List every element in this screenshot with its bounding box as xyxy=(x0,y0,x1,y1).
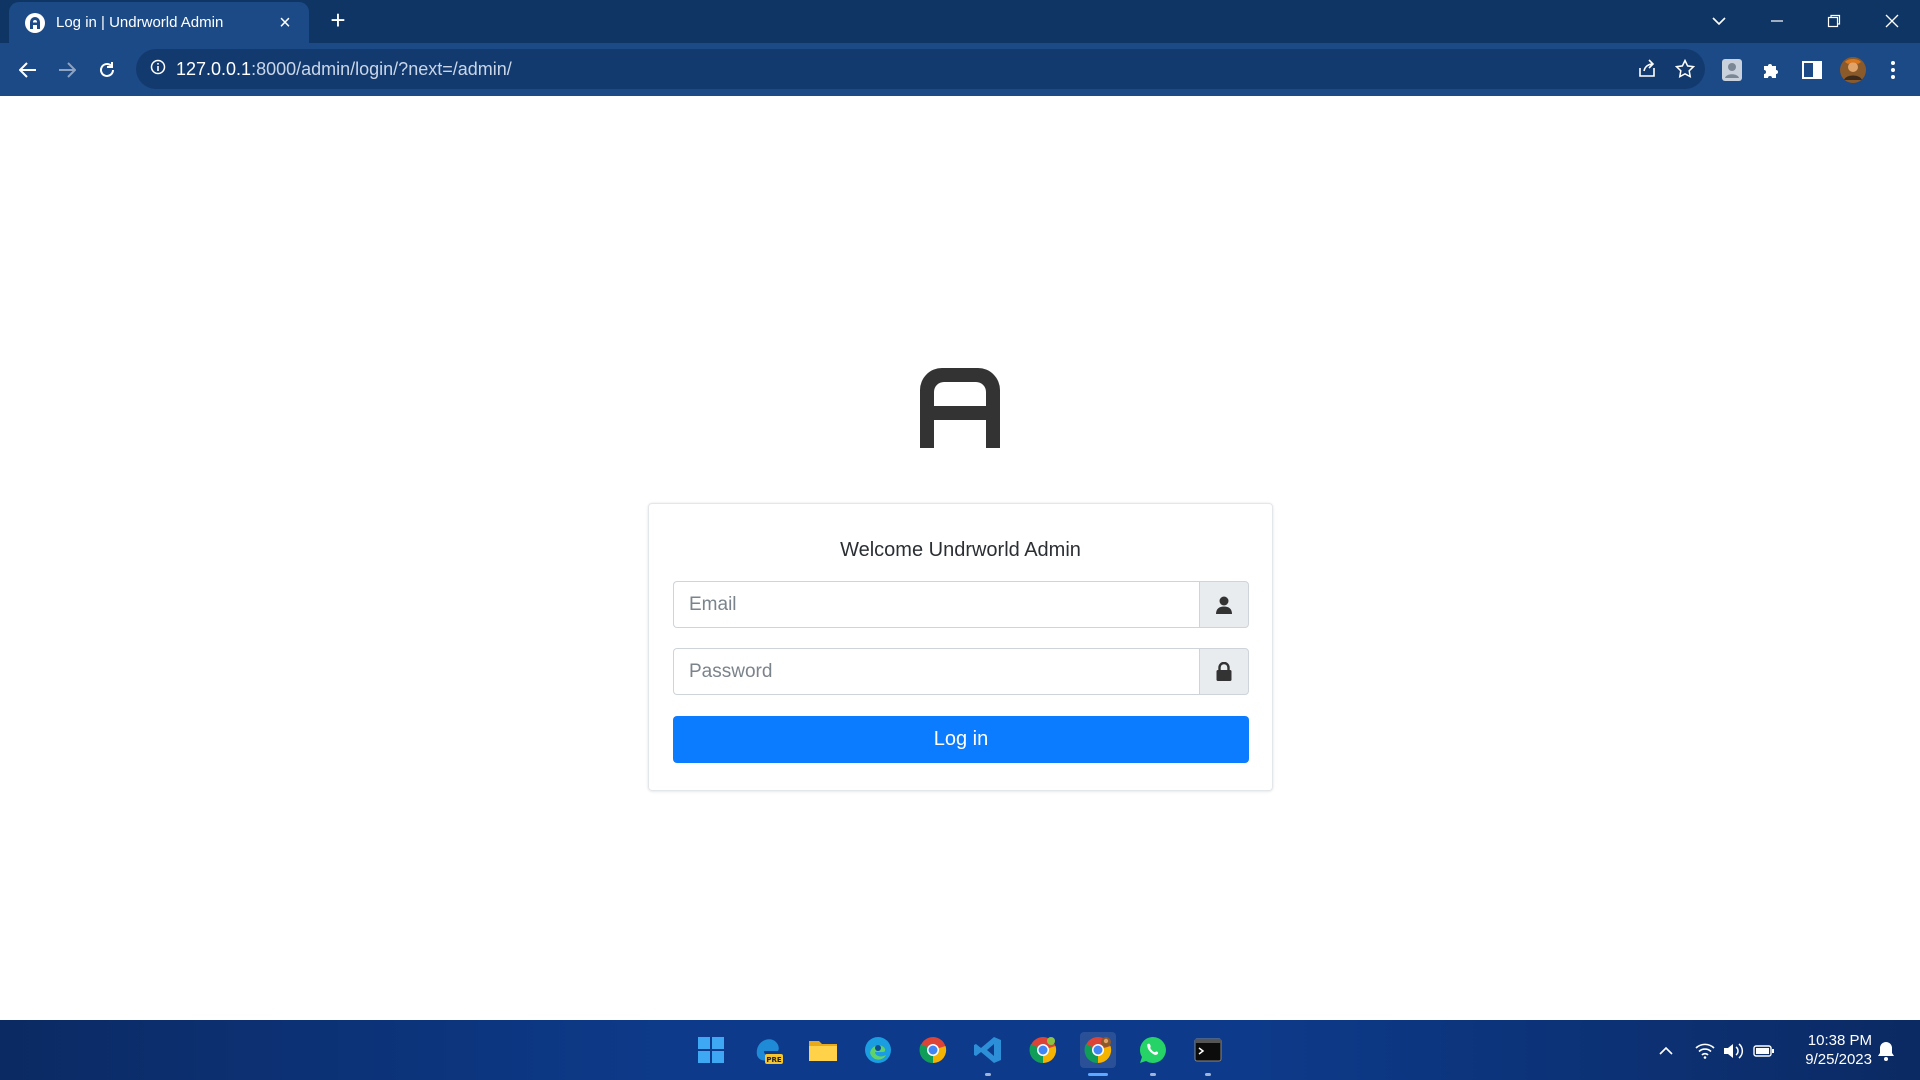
windows-taskbar: PRE 10:38 PM 9/25/2023 xyxy=(0,1020,1920,1080)
password-field[interactable] xyxy=(673,648,1199,695)
notification-bell-icon[interactable] xyxy=(1875,1040,1897,1062)
minimize-icon[interactable] xyxy=(1762,8,1792,34)
whatsapp-icon[interactable] xyxy=(1135,1032,1171,1076)
volume-icon[interactable] xyxy=(1723,1040,1745,1062)
system-clock[interactable]: 10:38 PM 9/25/2023 xyxy=(1782,1031,1872,1069)
side-panel-icon[interactable] xyxy=(1797,55,1827,85)
new-tab-button[interactable]: + xyxy=(326,7,350,33)
restore-icon[interactable] xyxy=(1819,8,1849,34)
browser-titlebar: Log in | Undrworld Admin × + xyxy=(0,0,1920,43)
vscode-icon[interactable] xyxy=(970,1032,1006,1076)
welcome-heading: Welcome Undrworld Admin xyxy=(840,539,1081,561)
password-input-group xyxy=(673,648,1249,695)
file-explorer-icon[interactable] xyxy=(805,1032,841,1068)
svg-text:PRE: PRE xyxy=(766,1056,782,1064)
page-content: Welcome Undrworld Admin Log in xyxy=(0,96,1920,1020)
forward-icon[interactable] xyxy=(51,54,83,86)
tab-search-icon[interactable] xyxy=(1704,8,1734,34)
email-field[interactable] xyxy=(673,581,1199,628)
email-input-group xyxy=(673,581,1249,628)
terminal-icon[interactable] xyxy=(1190,1032,1226,1076)
chrome-canary-icon[interactable] xyxy=(1025,1032,1061,1068)
reload-icon[interactable] xyxy=(91,54,123,86)
chevron-up-icon[interactable] xyxy=(1655,1040,1677,1062)
close-window-icon[interactable] xyxy=(1877,8,1907,34)
login-card: Welcome Undrworld Admin Log in xyxy=(648,503,1273,791)
battery-icon[interactable] xyxy=(1753,1040,1775,1062)
edge-icon[interactable] xyxy=(860,1032,896,1068)
wifi-icon[interactable] xyxy=(1694,1040,1716,1062)
extension-contact-icon[interactable] xyxy=(1717,55,1747,85)
bookmark-star-icon[interactable] xyxy=(1674,58,1696,84)
url-path: :8000/admin/login/?next=/admin/ xyxy=(251,58,512,79)
clock-time: 10:38 PM xyxy=(1807,1032,1872,1049)
running-indicator xyxy=(985,1073,991,1076)
clock-date: 9/25/2023 xyxy=(1805,1051,1872,1068)
profile-avatar[interactable] xyxy=(1838,55,1868,85)
share-icon[interactable] xyxy=(1637,59,1657,84)
undrworld-logo-icon xyxy=(920,368,1000,448)
start-icon[interactable] xyxy=(693,1032,729,1068)
login-button[interactable]: Log in xyxy=(673,716,1249,763)
site-favicon-icon xyxy=(25,12,45,33)
address-bar[interactable]: 127.0.0.1:8000/admin/login/?next=/admin/ xyxy=(136,49,1705,89)
user-icon xyxy=(1199,581,1249,628)
extensions-puzzle-icon[interactable] xyxy=(1757,55,1787,85)
back-icon[interactable] xyxy=(12,54,44,86)
tab-title: Log in | Undrworld Admin xyxy=(56,14,224,31)
chrome-active-icon[interactable] xyxy=(1080,1032,1116,1076)
active-indicator xyxy=(1088,1073,1108,1076)
edge-preview-icon[interactable]: PRE xyxy=(750,1032,786,1068)
running-indicator xyxy=(1150,1073,1156,1076)
site-info-icon[interactable] xyxy=(150,59,166,80)
tab-close-icon[interactable]: × xyxy=(275,13,295,33)
url-host: 127.0.0.1 xyxy=(176,58,252,79)
chrome-icon[interactable] xyxy=(915,1032,951,1068)
browser-tab-active[interactable]: Log in | Undrworld Admin × xyxy=(9,2,309,43)
browser-toolbar: 127.0.0.1:8000/admin/login/?next=/admin/ xyxy=(0,43,1920,96)
browser-menu-icon[interactable] xyxy=(1878,55,1908,85)
running-indicator xyxy=(1205,1073,1211,1076)
lock-icon xyxy=(1199,648,1249,695)
url-text[interactable]: 127.0.0.1:8000/admin/login/?next=/admin/ xyxy=(176,59,512,80)
